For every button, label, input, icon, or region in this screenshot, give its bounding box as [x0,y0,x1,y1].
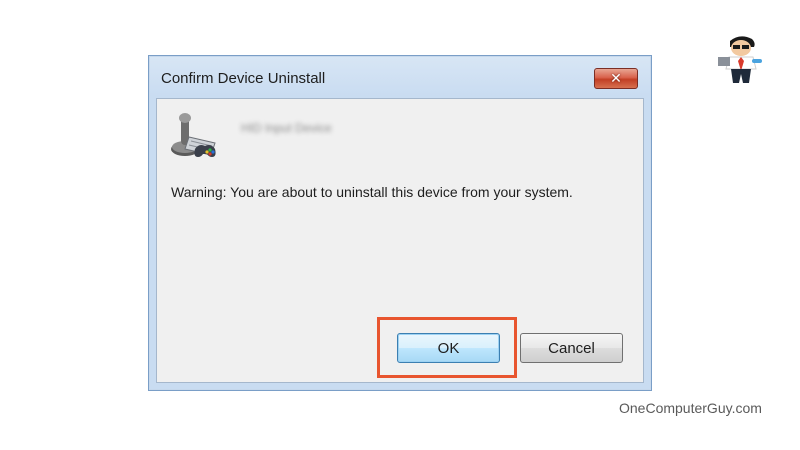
close-button[interactable]: ✕ [594,68,638,89]
warning-message: Warning: You are about to uninstall this… [171,184,573,200]
dialog-titlebar[interactable]: Confirm Device Uninstall ✕ [149,56,651,100]
close-icon: ✕ [610,70,622,87]
cancel-button[interactable]: Cancel [520,333,623,363]
device-name: HID Input Device [241,121,332,135]
dialog-title: Confirm Device Uninstall [161,70,326,87]
ok-button-highlight [377,317,517,378]
mascot-logo [718,36,762,83]
watermark: OneComputerGuy.com [619,400,762,416]
game-controller-device-icon [171,113,216,157]
